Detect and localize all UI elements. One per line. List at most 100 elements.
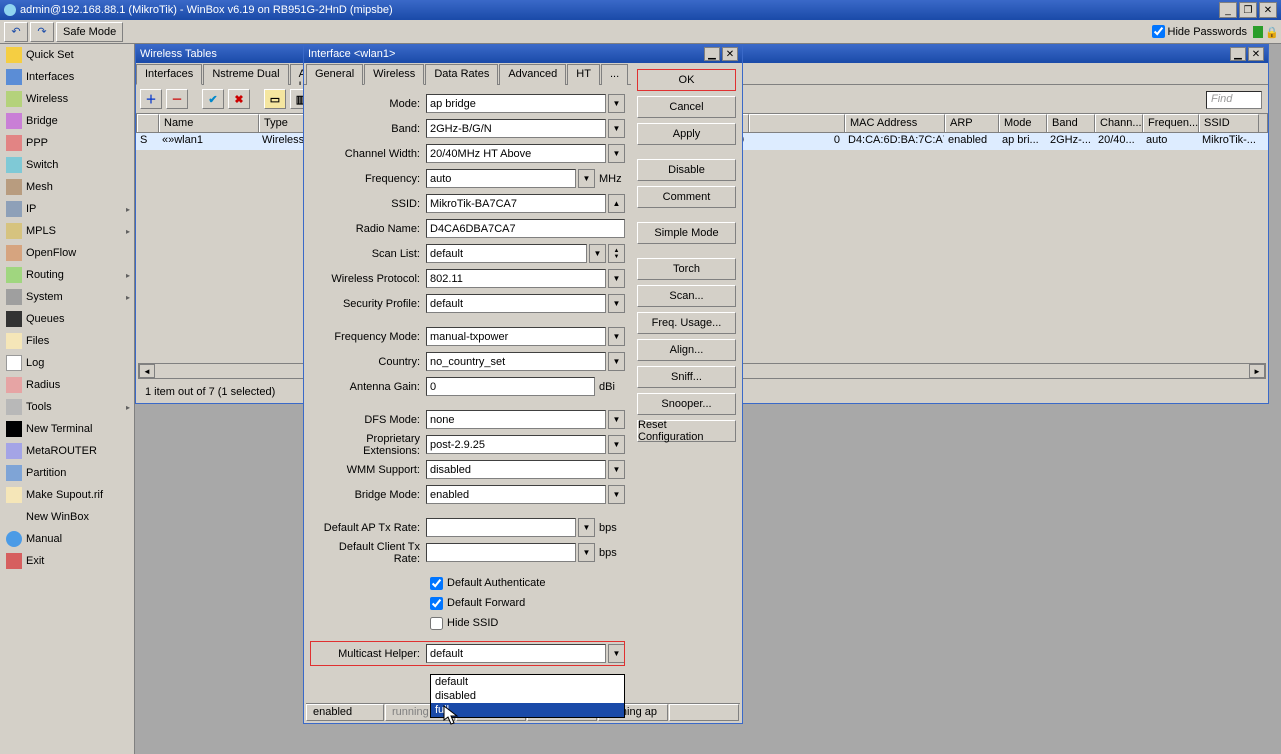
radio-input[interactable] — [426, 219, 625, 238]
dropdown-arrow-icon[interactable]: ▼ — [608, 460, 625, 479]
tab-wireless[interactable]: Wireless — [364, 64, 424, 85]
maximize-button[interactable]: ❐ — [1239, 2, 1257, 18]
simple-mode-button[interactable]: Simple Mode — [637, 222, 736, 244]
sidebar-item-quick-set[interactable]: Quick Set — [0, 44, 134, 66]
column-header[interactable]: Chann... — [1095, 114, 1143, 132]
dropdown-arrow-icon[interactable]: ▼ — [608, 644, 625, 663]
comment-button[interactable]: Comment — [637, 186, 736, 208]
sidebar-item-tools[interactable]: Tools▸ — [0, 396, 134, 418]
sniff--button[interactable]: Sniff... — [637, 366, 736, 388]
tab-nstreme-dual[interactable]: Nstreme Dual — [203, 64, 288, 85]
mcast-input[interactable] — [426, 644, 606, 663]
sidebar-item-metarouter[interactable]: MetaROUTER — [0, 440, 134, 462]
sidebar-item-system[interactable]: System▸ — [0, 286, 134, 308]
fmode-input[interactable] — [426, 327, 606, 346]
prop-input[interactable] — [426, 435, 606, 454]
sidebar-item-wireless[interactable]: Wireless — [0, 88, 134, 110]
column-header[interactable]: Band — [1047, 114, 1095, 132]
scan-input[interactable] — [426, 244, 587, 263]
find-input[interactable]: Find — [1206, 91, 1262, 109]
scroll-right-button[interactable]: ► — [1249, 364, 1265, 378]
disable-button[interactable]: Disable — [637, 159, 736, 181]
sidebar-item-log[interactable]: Log — [0, 352, 134, 374]
sidebar-item-ip[interactable]: IP▸ — [0, 198, 134, 220]
apply-button[interactable]: Apply — [637, 123, 736, 145]
dropdown-arrow-icon[interactable]: ▼ — [608, 294, 625, 313]
hide-passwords-checkbox[interactable] — [1152, 25, 1165, 38]
sidebar-item-files[interactable]: Files — [0, 330, 134, 352]
tab-data-rates[interactable]: Data Rates — [425, 64, 498, 85]
minimize-button[interactable]: _ — [1219, 2, 1237, 18]
enable-button[interactable]: ✔ — [202, 89, 224, 109]
wt-close-button[interactable]: ✕ — [1248, 47, 1264, 61]
sidebar-item-interfaces[interactable]: Interfaces — [0, 66, 134, 88]
scroll-left-button[interactable]: ◄ — [139, 364, 155, 378]
sidebar-item-manual[interactable]: Manual — [0, 528, 134, 550]
aptx-input[interactable] — [426, 518, 576, 537]
sidebar-item-new-winbox[interactable]: New WinBox — [0, 506, 134, 528]
undo-button[interactable]: ↶ — [4, 22, 28, 42]
redo-button[interactable]: ↷ — [30, 22, 54, 42]
dropdown-arrow-icon[interactable]: ▼ — [608, 327, 625, 346]
dropdown-option-full[interactable]: full — [431, 703, 624, 717]
add-button[interactable]: ＋ — [140, 89, 162, 109]
sidebar-item-radius[interactable]: Radius — [0, 374, 134, 396]
column-header[interactable]: Mode — [999, 114, 1047, 132]
scan--button[interactable]: Scan... — [637, 285, 736, 307]
column-header[interactable]: Name — [159, 114, 259, 132]
dropdown-arrow-icon[interactable]: ▼ — [578, 543, 595, 562]
if-minimize-button[interactable]: ▁ — [704, 47, 720, 61]
country-input[interactable] — [426, 352, 606, 371]
freq-input[interactable] — [426, 169, 576, 188]
dropdown-arrow-icon[interactable]: ▼ — [608, 94, 625, 113]
interface-dialog-titlebar[interactable]: Interface <wlan1> ▁ ✕ — [304, 45, 742, 63]
tab-general[interactable]: General — [306, 64, 363, 85]
hide-checkbox[interactable] — [430, 617, 443, 630]
ssid-input[interactable] — [426, 194, 606, 213]
column-header[interactable] — [137, 114, 159, 132]
column-header[interactable]: ARP — [945, 114, 999, 132]
dropdown-arrow-icon[interactable]: ▼ — [608, 269, 625, 288]
wt-minimize-button[interactable]: ▁ — [1230, 47, 1246, 61]
sidebar-item-queues[interactable]: Queues — [0, 308, 134, 330]
multicast-helper-dropdown-list[interactable]: default disabled full — [430, 674, 625, 718]
sidebar-item-ppp[interactable]: PPP — [0, 132, 134, 154]
dropdown-option-disabled[interactable]: disabled — [431, 689, 624, 703]
wmm-input[interactable] — [426, 460, 606, 479]
cancel-button[interactable]: Cancel — [637, 96, 736, 118]
collapse-arrow-icon[interactable]: ▲ — [608, 194, 625, 213]
sidebar-item-routing[interactable]: Routing▸ — [0, 264, 134, 286]
reorder-icon[interactable]: ▲▼ — [608, 244, 625, 263]
dfs-input[interactable] — [426, 410, 606, 429]
remove-button[interactable]: － — [166, 89, 188, 109]
close-button[interactable]: ✕ — [1259, 2, 1277, 18]
cltx-input[interactable] — [426, 543, 576, 562]
dropdown-arrow-icon[interactable]: ▼ — [589, 244, 606, 263]
column-header[interactable]: Frequen... — [1143, 114, 1199, 132]
sidebar-item-bridge[interactable]: Bridge — [0, 110, 134, 132]
sidebar-item-exit[interactable]: Exit — [0, 550, 134, 572]
sec-input[interactable] — [426, 294, 606, 313]
torch-button[interactable]: Torch — [637, 258, 736, 280]
tab-ht[interactable]: HT — [567, 64, 600, 85]
proto-input[interactable] — [426, 269, 606, 288]
disable-button[interactable]: ✖ — [228, 89, 250, 109]
tab-more[interactable]: ... — [601, 64, 628, 85]
sidebar-item-switch[interactable]: Switch — [0, 154, 134, 176]
sidebar-item-partition[interactable]: Partition — [0, 462, 134, 484]
dropdown-arrow-icon[interactable]: ▼ — [608, 435, 625, 454]
fwd-checkbox[interactable] — [430, 597, 443, 610]
dropdown-arrow-icon[interactable]: ▼ — [578, 169, 595, 188]
sidebar-item-mesh[interactable]: Mesh — [0, 176, 134, 198]
tab-interfaces[interactable]: Interfaces — [136, 64, 202, 85]
ok-button[interactable]: OK — [637, 69, 736, 91]
dropdown-arrow-icon[interactable]: ▼ — [608, 119, 625, 138]
freq-usage--button[interactable]: Freq. Usage... — [637, 312, 736, 334]
dropdown-arrow-icon[interactable]: ▼ — [608, 485, 625, 504]
chwidth-input[interactable] — [426, 144, 606, 163]
mode-input[interactable] — [426, 94, 606, 113]
sidebar-item-openflow[interactable]: OpenFlow — [0, 242, 134, 264]
again-input[interactable] — [426, 377, 595, 396]
dropdown-arrow-icon[interactable]: ▼ — [608, 410, 625, 429]
align--button[interactable]: Align... — [637, 339, 736, 361]
